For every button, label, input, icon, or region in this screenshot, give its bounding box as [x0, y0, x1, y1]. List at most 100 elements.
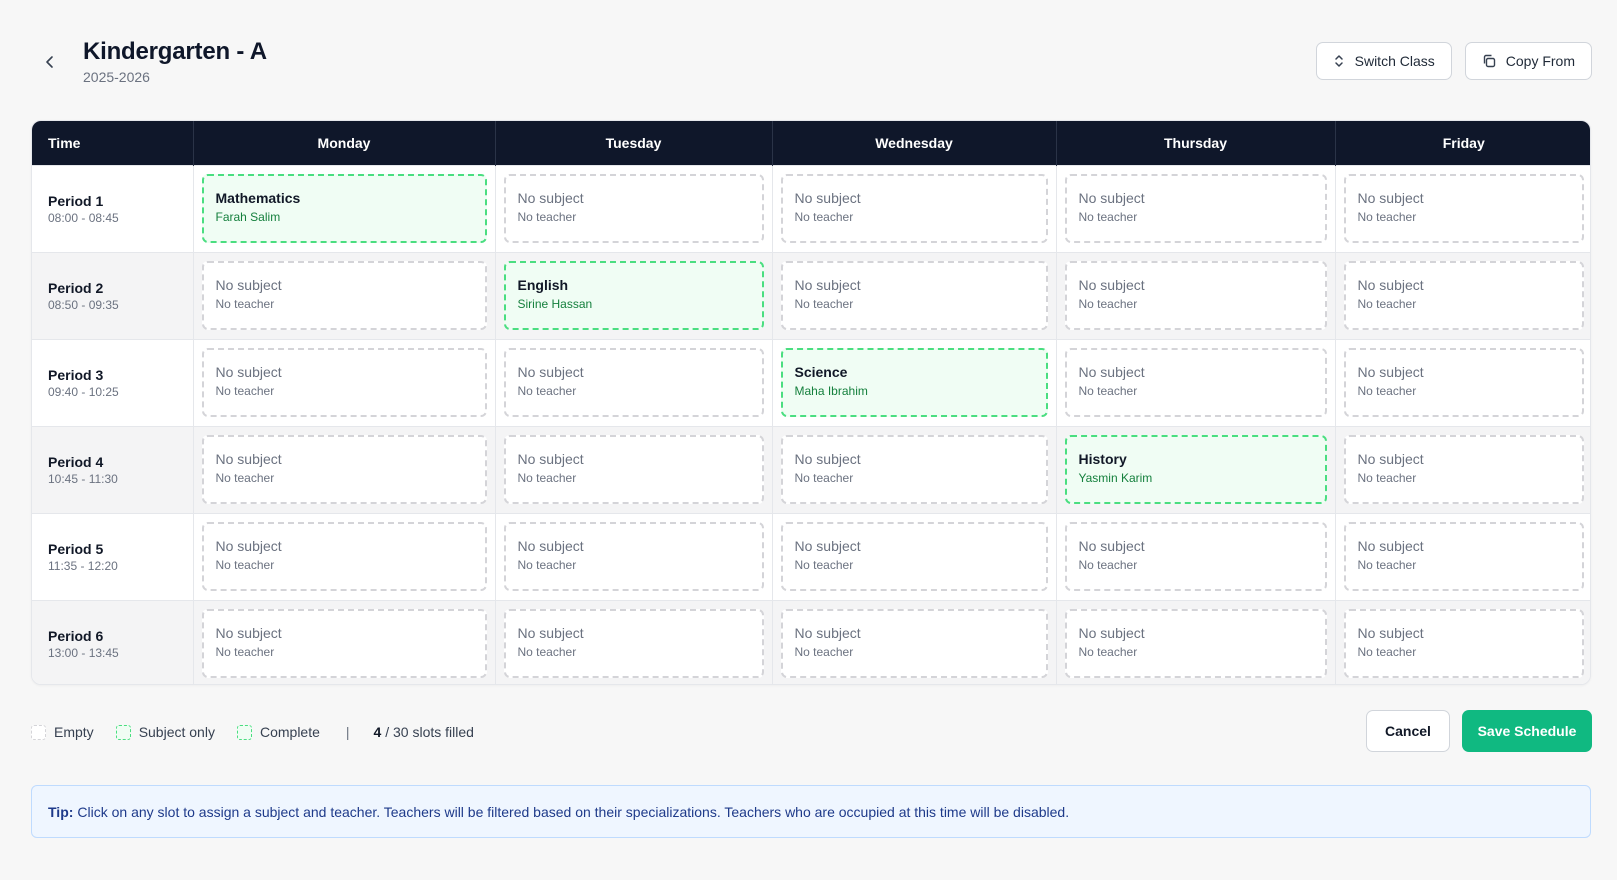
slot-subject: No subject [215, 364, 282, 380]
schedule-cell-thursday: No subject No teacher [1056, 512, 1336, 600]
chevrons-up-down-icon [1334, 55, 1343, 67]
schedule-slot[interactable]: No subject No teacher [1343, 609, 1584, 679]
page-header: Kindergarten - A 2025-2026 Switch Class … [32, 36, 1592, 92]
day-header-monday: Monday [193, 121, 496, 165]
schedule-slot[interactable]: No subject No teacher [201, 435, 487, 504]
period-row: Period 2 08:50 - 09:35 No subject No teache… [32, 251, 1590, 339]
copy-from-button[interactable]: Copy From [1464, 42, 1592, 80]
slots-filled-suffix: / 30 slots filled [381, 724, 474, 740]
slot-teacher: No teacher [1357, 558, 1417, 572]
schedule-grid: Time Monday Tuesday Wednesday Thursday F… [31, 120, 1591, 685]
schedule-slot[interactable]: No subject No teacher [1343, 261, 1584, 330]
schedule-cell-tuesday: No subject No teacher [495, 338, 773, 426]
schedule-cell-monday: No subject No teacher [193, 425, 496, 513]
schedule-slot[interactable]: No subject No teacher [201, 348, 487, 417]
legend-swatch-subject-only [115, 724, 131, 740]
legend-complete: Complete [236, 724, 320, 740]
schedule-slot[interactable]: No subject No teacher [780, 174, 1048, 243]
period-time: 08:00 - 08:45 [48, 210, 119, 225]
slot-subject: No subject [1357, 625, 1424, 642]
schedule-table: Time Monday Tuesday Wednesday Thursday F… [32, 121, 1590, 684]
schedule-slot[interactable]: English Sirine Hassan [503, 261, 764, 330]
period-row: Period 1 08:00 - 08:45 Mathematics Farah Sa… [32, 164, 1590, 252]
slot-teacher: No teacher [517, 645, 577, 660]
slot-teacher: No teacher [215, 384, 275, 398]
slot-teacher: No teacher [1357, 384, 1417, 398]
schedule-slot[interactable]: No subject No teacher [503, 348, 764, 417]
slot-teacher: No teacher [794, 471, 854, 485]
schedule-cell-tuesday: No subject No teacher [495, 599, 773, 684]
slot-subject: No subject [1357, 538, 1424, 554]
schedule-slot[interactable]: No subject No teacher [1343, 435, 1584, 504]
schedule-slot[interactable]: No subject No teacher [780, 522, 1048, 591]
schedule-slot[interactable]: No subject No teacher [780, 261, 1048, 330]
slot-teacher: No teacher [794, 558, 854, 572]
slot-legend: Empty Subject only Complete | 4 / 30 slo… [31, 719, 474, 745]
schedule-slot[interactable]: History Yasmin Karim [1064, 435, 1327, 504]
schedule-cell-friday: No subject No teacher [1335, 338, 1590, 426]
schedule-slot[interactable]: No subject No teacher [201, 522, 487, 591]
schedule-slot[interactable]: Science Maha Ibrahim [780, 348, 1048, 417]
schedule-cell-friday: No subject No teacher [1335, 251, 1590, 339]
slot-subject: No subject [215, 538, 282, 554]
period-row: Period 4 10:45 - 11:30 No subject No teache… [32, 425, 1590, 513]
schedule-slot[interactable]: No subject No teacher [1064, 261, 1327, 330]
cancel-button[interactable]: Cancel [1366, 710, 1450, 752]
schedule-cell-wednesday: No subject No teacher [772, 512, 1057, 600]
period-time: 11:35 - 12:20 [48, 558, 118, 573]
schedule-header-row: Time Monday Tuesday Wednesday Thursday F… [32, 121, 1590, 165]
schedule-cell-tuesday: English Sirine Hassan [495, 251, 773, 339]
period-time: 08:50 - 09:35 [48, 297, 119, 312]
back-button[interactable] [38, 50, 62, 74]
schedule-cell-monday: No subject No teacher [193, 338, 496, 426]
copy-from-label: Copy From [1505, 53, 1575, 69]
legend-subject-only-label: Subject only [138, 724, 215, 740]
schedule-slot[interactable]: No subject No teacher [1064, 522, 1327, 591]
schedule-slot[interactable]: No subject No teacher [1064, 348, 1327, 417]
schedule-slot[interactable]: No subject No teacher [503, 435, 764, 504]
schedule-slot[interactable]: No subject No teacher [1064, 174, 1327, 243]
slot-subject: No subject [1078, 625, 1145, 642]
schedule-slot[interactable]: No subject No teacher [1343, 348, 1584, 417]
schedule-cell-wednesday: No subject No teacher [772, 251, 1057, 339]
period-name: Period 5 [48, 540, 104, 557]
schedule-slot[interactable]: No subject No teacher [503, 522, 764, 591]
schedule-slot[interactable]: No subject No teacher [780, 609, 1048, 679]
schedule-slot[interactable]: No subject No teacher [780, 435, 1048, 504]
legend-empty: Empty [31, 724, 94, 740]
slot-subject: No subject [1078, 277, 1145, 293]
schedule-cell-thursday: No subject No teacher [1056, 599, 1336, 684]
schedule-slot[interactable]: No subject No teacher [201, 261, 487, 330]
period-time: 10:45 - 11:30 [48, 471, 118, 486]
schedule-cell-thursday: No subject No teacher [1056, 164, 1336, 252]
slot-subject: No subject [794, 538, 861, 554]
slot-subject: No subject [215, 625, 282, 642]
slot-teacher: No teacher [215, 645, 275, 660]
slot-subject: No subject [794, 277, 861, 293]
schedule-slot[interactable]: No subject No teacher [503, 609, 764, 679]
schedule-cell-monday: No subject No teacher [193, 251, 496, 339]
schedule-cell-thursday: No subject No teacher [1056, 251, 1336, 339]
switch-class-button[interactable]: Switch Class [1315, 42, 1452, 80]
period-name: Period 4 [48, 453, 104, 470]
schedule-slot[interactable]: No subject No teacher [201, 609, 487, 679]
schedule-slot[interactable]: No subject No teacher [1064, 609, 1327, 679]
slot-teacher: No teacher [1078, 384, 1138, 398]
tip-label: Tip: [48, 803, 74, 820]
legend-separator: | [345, 724, 350, 740]
schedule-slot[interactable]: No subject No teacher [1343, 174, 1584, 243]
slot-teacher: No teacher [1357, 210, 1417, 224]
save-schedule-button[interactable]: Save Schedule [1462, 710, 1592, 752]
slot-teacher: No teacher [517, 384, 577, 398]
slot-teacher: Farah Salim [215, 210, 281, 224]
tip-text: Click on any slot to assign a subject an… [77, 803, 1070, 820]
schedule-slot[interactable]: No subject No teacher [503, 174, 764, 243]
schedule-cell-monday: No subject No teacher [193, 599, 496, 684]
page-title: Kindergarten - A [83, 38, 267, 65]
slot-teacher: No teacher [1357, 297, 1417, 311]
schedule-cell-tuesday: No subject No teacher [495, 512, 773, 600]
schedule-slot[interactable]: No subject No teacher [1343, 522, 1584, 591]
legend-swatch-empty [31, 724, 46, 740]
schedule-slot[interactable]: Mathematics Farah Salim [201, 174, 487, 243]
day-header-tuesday: Tuesday [495, 121, 773, 165]
